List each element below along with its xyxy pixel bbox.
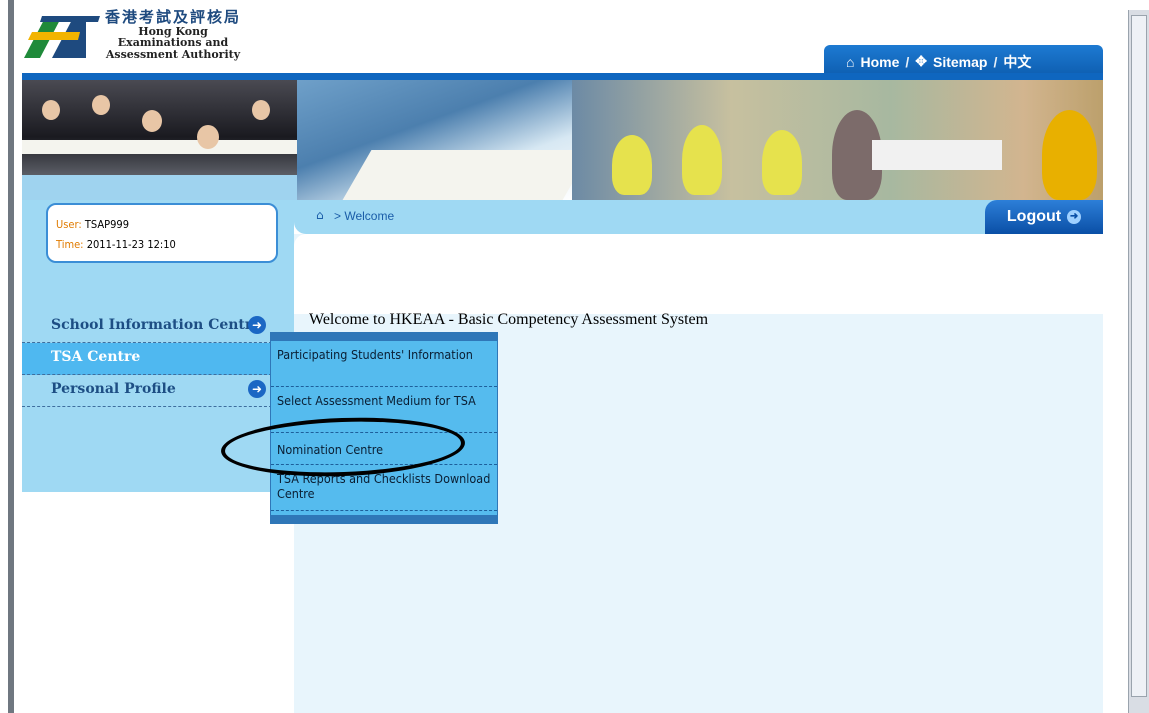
window-left-border: [0, 0, 14, 713]
user-value: TSAP999: [84, 218, 130, 231]
sidebar-item-school-information-centre[interactable]: School Information Centre ➜: [22, 311, 272, 343]
logout-label: Logout: [1006, 208, 1062, 225]
home-link[interactable]: Home: [860, 54, 899, 70]
time-label: Time:: [56, 238, 84, 251]
banner-photo-kindergarten: [572, 80, 1103, 200]
home-icon[interactable]: ⌂: [316, 208, 324, 222]
banner-wave: [22, 175, 297, 200]
banner-photo-classroom: [22, 80, 302, 175]
home-icon[interactable]: ⌂: [846, 54, 854, 70]
language-link[interactable]: 中文: [1003, 52, 1031, 72]
welcome-message: Welcome to HKEAA - Basic Competency Asse…: [309, 311, 709, 328]
breadcrumb: ⌂ > Welcome: [294, 200, 1103, 234]
sitemap-link[interactable]: Sitemap: [933, 54, 987, 70]
vertical-scrollbar[interactable]: [1128, 10, 1149, 713]
time-value: 2011-11-23 12:10: [86, 238, 176, 251]
org-name-chinese: 香港考試及評核局: [105, 8, 242, 26]
sidebar-item-label: Personal Profile: [51, 381, 176, 397]
submenu-top-strip: [271, 333, 497, 341]
hkeaa-logo[interactable]: [22, 10, 102, 62]
sitemap-icon[interactable]: ✥: [915, 53, 927, 70]
sidebar-menu: School Information Centre ➜ TSA Centre P…: [22, 311, 272, 407]
user-info-box: User: TSAP999 Time: 2011-11-23 12:10: [46, 203, 278, 263]
arrow-right-icon: ➜: [1067, 210, 1082, 224]
sidebar-item-personal-profile[interactable]: Personal Profile ➜: [22, 375, 272, 407]
content-top-panel: [294, 234, 1103, 314]
organization-name: 香港考試及評核局 Hong Kong Examinations and Asse…: [105, 8, 242, 61]
logout-button[interactable]: Logout ➜: [985, 200, 1103, 234]
user-label: User:: [56, 218, 82, 231]
banner-image: [22, 80, 1103, 200]
sidebar-item-tsa-centre[interactable]: TSA Centre: [22, 343, 272, 375]
breadcrumb-current: > Welcome: [334, 209, 395, 223]
nav-separator: /: [905, 53, 910, 70]
banner-photo-student-writing: [297, 80, 592, 200]
scrollbar-thumb[interactable]: [1131, 15, 1147, 697]
arrow-right-icon[interactable]: ➜: [248, 316, 266, 334]
sidebar-item-label: School Information Centre: [51, 317, 262, 333]
arrow-right-icon[interactable]: ➜: [248, 380, 266, 398]
nav-separator: /: [993, 53, 998, 70]
org-name-en-line3: Assessment Authority: [105, 47, 241, 61]
sidebar-item-label: TSA Centre: [51, 349, 141, 365]
submenu-bottom-strip: [271, 515, 497, 523]
submenu-item-participating-students[interactable]: Participating Students' Information: [271, 341, 497, 387]
